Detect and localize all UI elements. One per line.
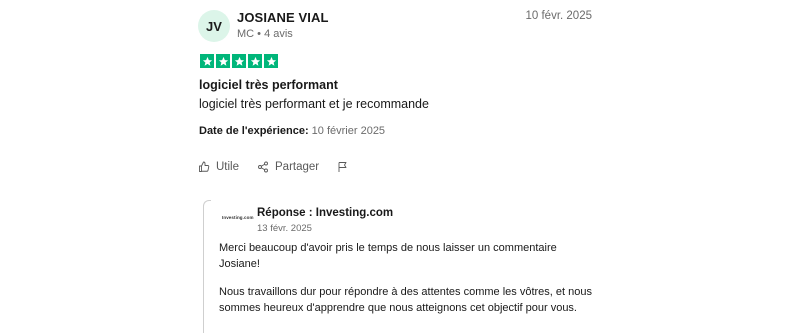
useful-label: Utile bbox=[216, 161, 240, 173]
reply-text: Merci beaucoup d'avoir pris le temps de … bbox=[219, 240, 594, 328]
star-rating bbox=[200, 54, 278, 68]
company-logo: Investing.com bbox=[222, 215, 254, 220]
review-body: logiciel très performant et je recommand… bbox=[199, 97, 429, 111]
review-card: JV JOSIANE VIAL MC • 4 avis 10 févr. 202… bbox=[198, 0, 600, 333]
useful-button[interactable]: Utile bbox=[198, 161, 239, 173]
reply-connector bbox=[203, 200, 211, 333]
star-icon bbox=[248, 54, 262, 68]
review-date: 10 févr. 2025 bbox=[525, 10, 593, 22]
experience-date: Date de l'expérience: 10 février 2025 bbox=[199, 125, 385, 137]
star-icon bbox=[232, 54, 246, 68]
star-icon bbox=[200, 54, 214, 68]
star-icon bbox=[264, 54, 278, 68]
flag-button[interactable] bbox=[337, 161, 349, 173]
share-label: Partager bbox=[275, 161, 320, 173]
share-button[interactable]: Partager bbox=[257, 161, 319, 173]
reviewer-meta: MC • 4 avis bbox=[237, 28, 293, 40]
reviewer-name[interactable]: JOSIANE VIAL bbox=[237, 10, 329, 25]
share-icon bbox=[258, 161, 268, 173]
reply-date: 13 févr. 2025 bbox=[257, 223, 312, 234]
review-title[interactable]: logiciel très performant bbox=[199, 78, 338, 92]
thumbs-up-icon bbox=[199, 161, 210, 172]
reply-paragraph: Nous travaillons dur pour répondre à des… bbox=[219, 286, 592, 314]
review-actions: Utile Partager bbox=[198, 161, 367, 173]
flag-icon bbox=[338, 162, 347, 172]
avatar[interactable]: JV bbox=[198, 10, 230, 42]
reply-paragraph: Merci beaucoup d'avoir pris le temps de … bbox=[219, 242, 557, 270]
experience-label: Date de l'expérience: bbox=[199, 125, 309, 137]
reply-title: Réponse : Investing.com bbox=[257, 207, 394, 219]
star-icon bbox=[216, 54, 230, 68]
experience-value: 10 février 2025 bbox=[311, 125, 386, 137]
